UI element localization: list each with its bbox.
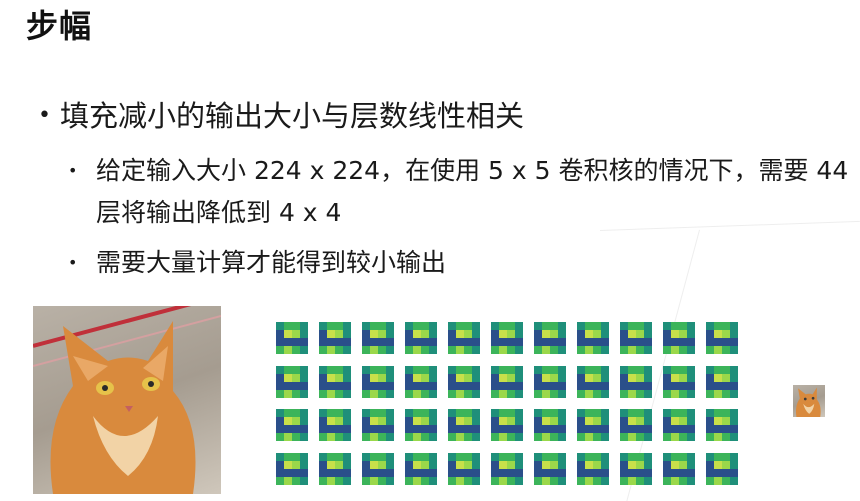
feature-map	[663, 452, 695, 485]
sub-bullet-text: 需要大量计算才能得到较小输出	[96, 248, 447, 277]
cat-photo-icon	[33, 306, 221, 494]
feature-map	[620, 322, 652, 354]
bullet-dot: •	[38, 103, 51, 128]
feature-map	[577, 365, 609, 398]
sub-bullet: • 给定输入大小 224 x 224，在使用 5 x 5 卷积核的情况下，需要 …	[68, 150, 858, 234]
feature-map	[448, 365, 480, 398]
feature-map	[448, 322, 480, 354]
feature-map	[534, 452, 566, 485]
feature-map	[620, 365, 652, 398]
feature-map	[405, 365, 437, 398]
feature-map	[534, 365, 566, 398]
feature-map	[491, 322, 523, 354]
feature-map	[448, 452, 480, 485]
bullet-dot: •	[68, 253, 78, 272]
feature-map	[534, 322, 566, 354]
feature-map	[491, 452, 523, 485]
bullet-text: 填充减小的输出大小与层数线性相关	[60, 99, 525, 133]
feature-map	[706, 365, 738, 398]
feature-map	[319, 365, 351, 398]
feature-map	[706, 322, 738, 354]
feature-map	[448, 409, 480, 441]
bullet-dot: •	[68, 161, 78, 180]
slide-title: 步幅	[26, 7, 93, 45]
feature-map	[706, 452, 738, 485]
feature-map	[362, 322, 394, 354]
feature-map	[405, 409, 437, 441]
sub-bullet-text: 给定输入大小 224 x 224，在使用 5 x 5 卷积核的情况下，需要 44…	[96, 156, 849, 227]
input-cat-image	[33, 306, 221, 494]
feature-map	[276, 322, 308, 354]
feature-map	[620, 452, 652, 485]
sub-bullet: • 需要大量计算才能得到较小输出	[68, 242, 858, 284]
feature-map	[534, 409, 566, 441]
feature-map	[405, 322, 437, 354]
feature-map	[319, 409, 351, 441]
bullet-level-1: • 填充减小的输出大小与层数线性相关	[38, 96, 524, 136]
feature-map	[362, 365, 394, 398]
feature-map	[319, 452, 351, 485]
feature-map	[319, 322, 351, 354]
slide: 步幅 • 填充减小的输出大小与层数线性相关 • 给定输入大小 224 x 224，…	[0, 0, 860, 501]
feature-map	[620, 409, 652, 441]
feature-map	[663, 409, 695, 441]
feature-map	[276, 365, 308, 398]
feature-map	[577, 452, 609, 485]
feature-map	[405, 452, 437, 485]
feature-map	[577, 322, 609, 354]
feature-map	[362, 452, 394, 485]
feature-map	[276, 452, 308, 485]
cat-photo-small-icon	[795, 387, 821, 417]
output-cat-image	[793, 385, 825, 417]
feature-map	[663, 322, 695, 354]
feature-map-grid	[276, 322, 744, 485]
feature-map	[362, 409, 394, 441]
feature-map	[577, 409, 609, 441]
feature-map	[491, 409, 523, 441]
feature-map	[276, 409, 308, 441]
feature-map	[491, 365, 523, 398]
feature-map	[663, 365, 695, 398]
feature-map	[706, 409, 738, 441]
